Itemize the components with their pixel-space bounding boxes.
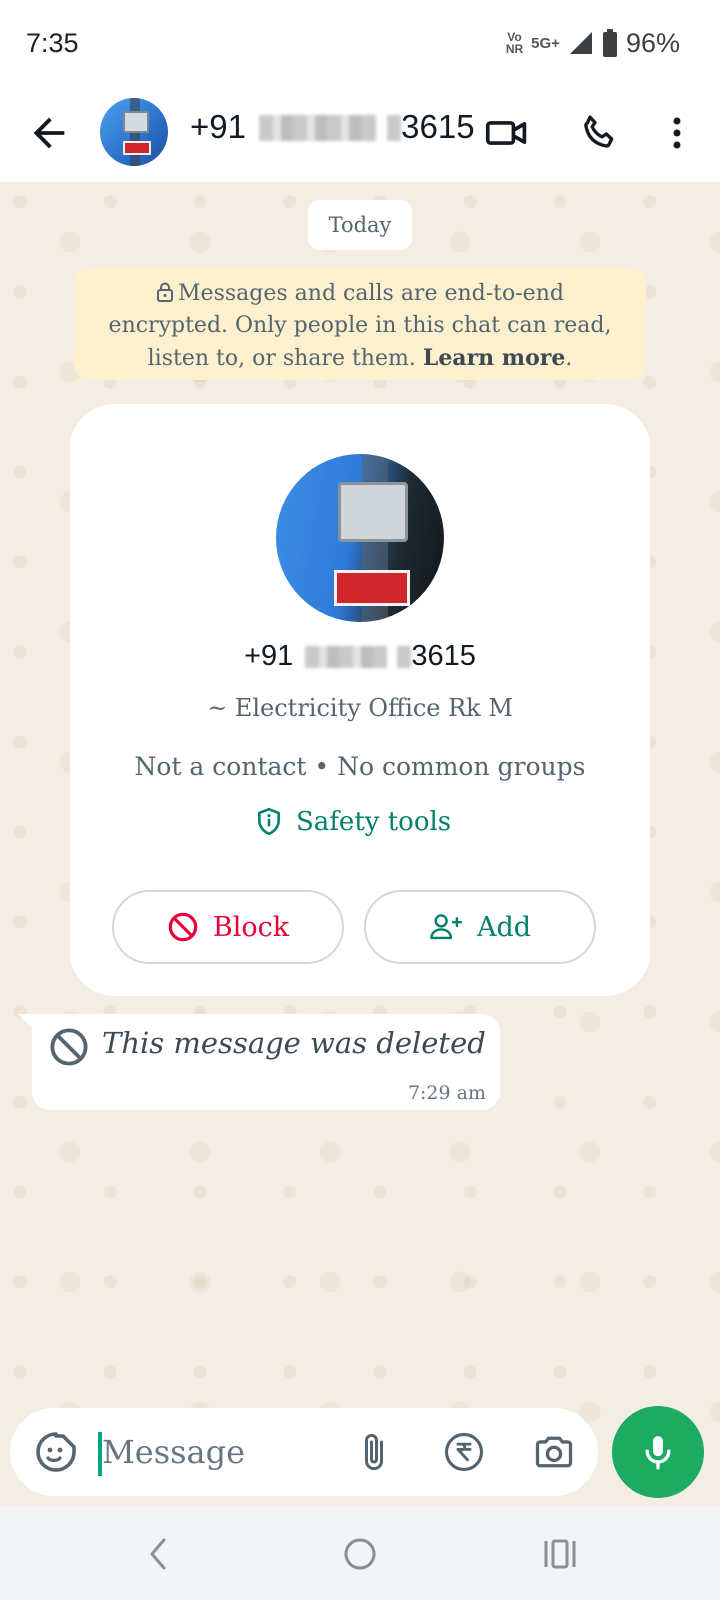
deleted-message-text: This message was deleted [102, 1026, 486, 1060]
volte-bottom: NR [505, 42, 524, 56]
phone-prefix: +91 [190, 108, 246, 145]
status-icons: Vo NR 5G+ 96% [506, 28, 680, 59]
redacted-digits [259, 115, 378, 141]
card-redacted-digits [305, 646, 388, 668]
message-timestamp: 7:29 am [407, 1082, 486, 1104]
block-button[interactable]: Block [112, 890, 344, 964]
block-label: Block [212, 911, 290, 943]
battery-icon [602, 29, 617, 57]
nav-back-button[interactable] [134, 1530, 182, 1578]
avatar-meter [338, 482, 408, 542]
sticker-icon [36, 1432, 76, 1472]
attach-button[interactable] [350, 1428, 398, 1476]
camera-button[interactable] [530, 1428, 578, 1476]
video-call-button[interactable] [482, 108, 532, 158]
rupee-icon [444, 1432, 484, 1472]
nav-home-icon [344, 1538, 376, 1570]
back-arrow-icon [33, 117, 65, 149]
card-phone-number: +91 3615 [70, 640, 650, 673]
add-person-icon [430, 914, 462, 940]
message-input[interactable] [102, 1422, 342, 1482]
sticker-button[interactable] [32, 1428, 80, 1476]
avatar-meter-label [334, 570, 410, 606]
deleted-icon [50, 1028, 88, 1066]
safety-tools-link[interactable]: Safety tools [256, 802, 451, 842]
video-call-icon [485, 121, 527, 145]
chat-area[interactable]: Today Messages and calls are end-to-end … [0, 182, 720, 1504]
learn-more-period: . [565, 346, 573, 371]
status-time: 7:35 [26, 27, 79, 58]
contact-info-card: +91 3615 ~ Electricity Office Rk M Not a… [70, 404, 650, 996]
contact-card-avatar[interactable] [276, 454, 444, 622]
nav-recents-icon [544, 1539, 576, 1569]
signal-icon [569, 32, 592, 54]
system-nav-bar [0, 1506, 720, 1600]
card-redacted-digit [397, 646, 412, 668]
chat-header: +91 3615 [0, 86, 720, 182]
encryption-banner[interactable]: Messages and calls are end-to-end encryp… [74, 268, 646, 380]
card-phone-suffix: 3615 [411, 640, 476, 672]
card-phone-prefix: +91 [244, 640, 294, 672]
attach-icon [365, 1433, 383, 1471]
add-label: Add [476, 911, 532, 943]
avatar-photo [123, 98, 151, 166]
more-vert-icon [673, 117, 681, 149]
battery-percent: 96% [625, 27, 680, 58]
phone-suffix: 3615 [401, 108, 475, 145]
nav-recents-button[interactable] [536, 1530, 584, 1578]
more-options-button[interactable] [652, 108, 702, 158]
voice-message-button[interactable] [612, 1406, 704, 1498]
voice-call-icon [584, 115, 614, 148]
deleted-message-bubble[interactable]: This message was deleted 7:29 am [32, 1014, 500, 1110]
nav-back-icon [150, 1538, 166, 1570]
card-contact-name: ~ Electricity Office Rk M [207, 694, 513, 722]
message-composer [10, 1408, 598, 1496]
voice-call-button[interactable] [574, 108, 624, 158]
contact-phone-title[interactable]: +91 3615 [190, 108, 475, 146]
safety-tools-label: Safety tools [296, 807, 452, 837]
payment-button[interactable] [440, 1428, 488, 1476]
block-icon [168, 912, 198, 942]
mic-icon [645, 1436, 671, 1470]
volte-icon: Vo NR [506, 31, 523, 55]
date-divider: Today [308, 200, 412, 250]
redacted-digit [387, 115, 402, 141]
network-type: 5G+ [531, 34, 560, 52]
lock-icon [157, 282, 174, 302]
status-bar: 7:35 Vo NR 5G+ 96% [0, 0, 720, 86]
card-meta: Not a contact • No common groups [134, 752, 586, 781]
back-button[interactable] [26, 110, 72, 156]
learn-more-link[interactable]: Learn more [423, 345, 566, 371]
nav-home-button[interactable] [336, 1530, 384, 1578]
contact-avatar[interactable] [100, 98, 168, 166]
camera-icon [535, 1436, 573, 1468]
add-contact-button[interactable]: Add [364, 890, 596, 964]
shield-icon [258, 807, 280, 836]
